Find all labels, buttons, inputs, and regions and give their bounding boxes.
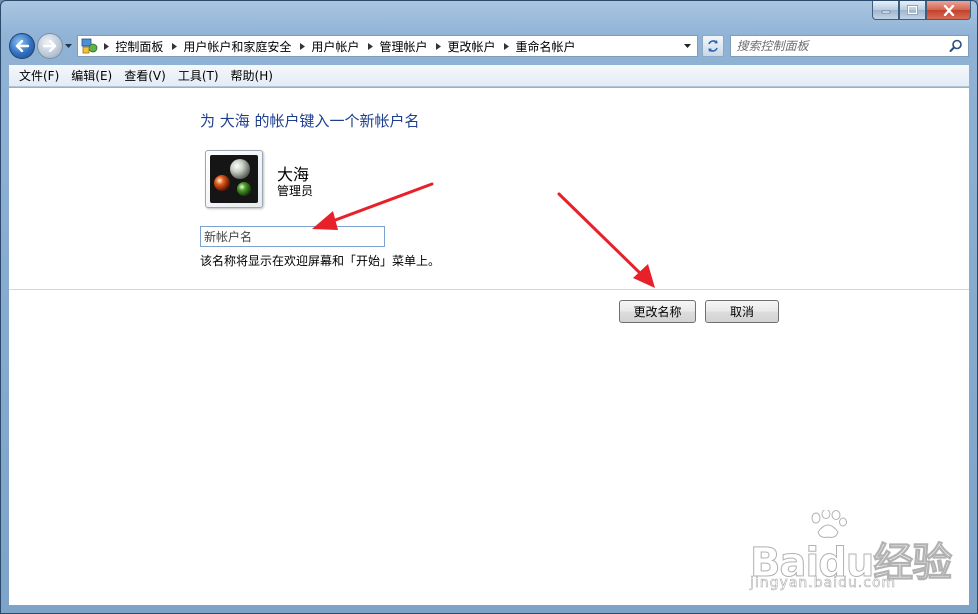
arrow-left-icon	[15, 40, 29, 52]
user-role: 管理员	[277, 184, 314, 198]
breadcrumb-rename-account[interactable]: 重命名帐户	[513, 38, 579, 55]
user-avatar	[205, 150, 263, 208]
divider	[9, 289, 969, 290]
breadcrumb-separator-icon	[99, 42, 113, 50]
minimize-icon	[881, 10, 890, 14]
hint-text: 该名称将显示在欢迎屏幕和「开始」菜单上。	[200, 254, 441, 268]
breadcrumb-manage-accounts[interactable]: 管理帐户	[377, 38, 431, 55]
menu-edit[interactable]: 编辑(E)	[65, 67, 118, 84]
menu-help[interactable]: 帮助(H)	[225, 67, 279, 84]
maximize-button[interactable]	[899, 1, 926, 20]
arrow-right-icon	[42, 40, 56, 52]
breadcrumb-separator-icon[interactable]	[431, 42, 445, 50]
close-button[interactable]	[926, 1, 971, 20]
breadcrumb-control-panel[interactable]: 控制面板	[113, 38, 167, 55]
breadcrumb-user-accounts-family-safety[interactable]: 用户帐户和家庭安全	[181, 38, 295, 55]
address-bar[interactable]: 控制面板 用户帐户和家庭安全 用户帐户 管理帐户 更改帐户 重命名帐户	[77, 35, 698, 57]
breadcrumb-user-accounts[interactable]: 用户帐户	[309, 38, 363, 55]
chevron-down-icon	[64, 44, 72, 48]
breadcrumb-change-account[interactable]: 更改帐户	[445, 38, 499, 55]
forward-button[interactable]	[36, 33, 63, 59]
change-name-button[interactable]: 更改名称	[619, 300, 696, 323]
search-box[interactable]	[729, 35, 969, 57]
search-input[interactable]	[736, 39, 947, 53]
navigation-bar: 控制面板 用户帐户和家庭安全 用户帐户 管理帐户 更改帐户 重命名帐户	[9, 31, 969, 61]
baidu-watermark: Baidu经验 jingyan.baidu.com	[749, 510, 953, 596]
refresh-button[interactable]	[701, 35, 724, 57]
marbles-icon	[214, 159, 251, 196]
control-panel-icon	[81, 38, 98, 54]
back-button[interactable]	[9, 33, 35, 59]
chevron-down-icon	[684, 44, 692, 48]
search-icon[interactable]	[949, 39, 963, 53]
breadcrumb-separator-icon[interactable]	[295, 42, 309, 50]
watermark-url: jingyan.baidu.com	[750, 575, 897, 592]
refresh-icon	[707, 40, 718, 52]
maximize-icon	[907, 5, 918, 15]
menu-bar: 文件(F) 编辑(E) 查看(V) 工具(T) 帮助(H)	[9, 65, 969, 87]
menu-file[interactable]: 文件(F)	[13, 67, 65, 84]
caption-buttons	[872, 1, 971, 21]
menu-tools[interactable]: 工具(T)	[172, 67, 225, 84]
breadcrumb-separator-icon[interactable]	[363, 42, 377, 50]
close-icon	[943, 4, 954, 16]
minimize-button[interactable]	[872, 1, 899, 20]
breadcrumb-separator-icon[interactable]	[167, 42, 181, 50]
new-account-name-input[interactable]	[200, 226, 385, 247]
avatar-picture	[210, 155, 258, 203]
recent-pages-dropdown[interactable]	[64, 33, 74, 59]
breadcrumb-separator-icon[interactable]	[499, 42, 513, 50]
menu-view[interactable]: 查看(V)	[118, 67, 172, 84]
page-title: 为 大海 的帐户键入一个新帐户名	[200, 112, 420, 130]
cancel-button[interactable]: 取消	[705, 300, 779, 323]
address-dropdown-button[interactable]	[679, 36, 697, 56]
